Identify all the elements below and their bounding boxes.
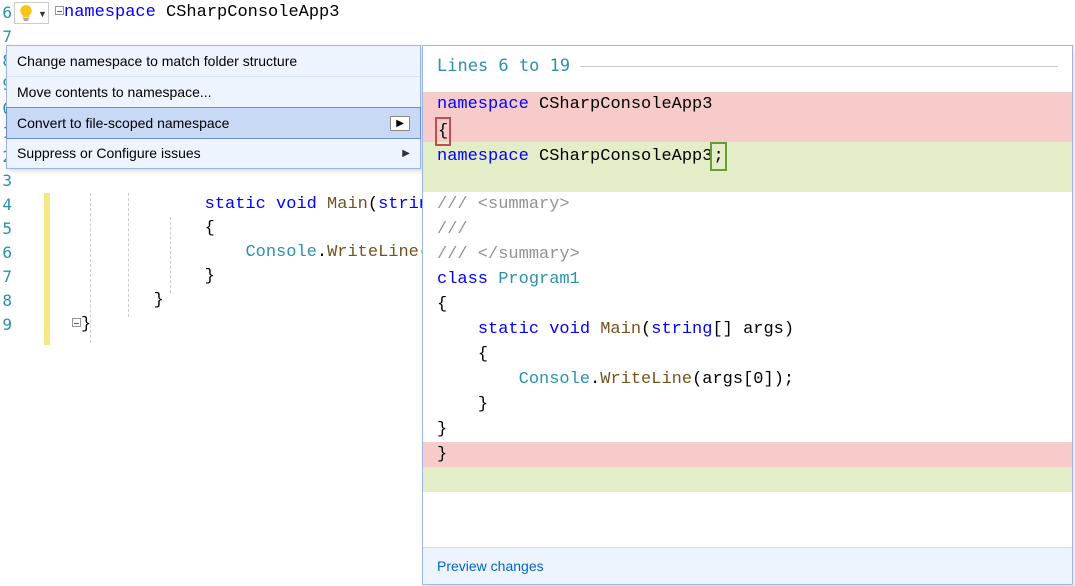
- indent-guide: [170, 217, 171, 293]
- diff-context-line: {: [423, 292, 1072, 317]
- submenu-arrow-icon: ▶: [402, 148, 410, 159]
- preview-header: Lines 6 to 19: [423, 46, 1072, 82]
- preview-diff: namespace CSharpConsoleApp3 { namespace …: [423, 82, 1072, 492]
- menu-item-change-namespace[interactable]: Change namespace to match folder structu…: [7, 46, 420, 77]
- diff-context-line: }: [423, 417, 1072, 442]
- menu-item-label: Convert to file-scoped namespace: [17, 115, 229, 131]
- diff-added-line: namespace CSharpConsoleApp3;: [423, 142, 1072, 167]
- diff-context-line: static void Main(string[] args): [423, 317, 1072, 342]
- menu-item-label: Change namespace to match folder structu…: [17, 53, 297, 69]
- submenu-arrow-icon: ▶: [390, 116, 410, 131]
- outline-collapse-icon[interactable]: [72, 318, 81, 327]
- diff-removed-line: }: [423, 442, 1072, 467]
- diff-context-line: /// </summary>: [423, 242, 1072, 267]
- diff-removed-line: {: [423, 117, 1072, 142]
- lightbulb-icon: [17, 4, 35, 22]
- diff-context-line: /// <summary>: [423, 192, 1072, 217]
- outline-collapse-icon[interactable]: [55, 6, 64, 15]
- menu-item-label: Suppress or Configure issues: [17, 145, 201, 161]
- divider: [580, 66, 1058, 67]
- menu-item-label: Move contents to namespace...: [17, 84, 212, 100]
- quick-actions-menu: Change namespace to match folder structu…: [6, 45, 421, 169]
- preview-header-text: Lines 6 to 19: [437, 56, 570, 76]
- editor-content[interactable]: namespace CSharpConsoleApp3: [55, 1, 1075, 25]
- diff-context-line: {: [423, 342, 1072, 367]
- menu-item-suppress-configure[interactable]: Suppress or Configure issues ▶: [7, 138, 420, 168]
- code-line: namespace CSharpConsoleApp3: [55, 1, 1075, 25]
- menu-item-convert-file-scoped[interactable]: Convert to file-scoped namespace ▶: [6, 107, 421, 139]
- chevron-down-icon: ▼: [38, 9, 46, 17]
- diff-context-line: ///: [423, 217, 1072, 242]
- indent-guide: [128, 193, 129, 317]
- preview-footer: Preview changes: [423, 547, 1072, 584]
- menu-item-move-contents[interactable]: Move contents to namespace...: [7, 77, 420, 108]
- diff-added-line: [423, 467, 1072, 492]
- diff-removed-line: namespace CSharpConsoleApp3: [423, 92, 1072, 117]
- preview-changes-link[interactable]: Preview changes: [437, 558, 544, 574]
- preview-panel: Lines 6 to 19 namespace CSharpConsoleApp…: [422, 45, 1073, 585]
- lightbulb-button[interactable]: ▼: [14, 2, 49, 24]
- diff-context-line: Console.WriteLine(args[0]);: [423, 367, 1072, 392]
- diff-added-line: [423, 167, 1072, 192]
- diff-context-line: }: [423, 392, 1072, 417]
- change-indicator: [44, 193, 50, 345]
- diff-context-line: class Program1: [423, 267, 1072, 292]
- indent-guide: [90, 193, 91, 343]
